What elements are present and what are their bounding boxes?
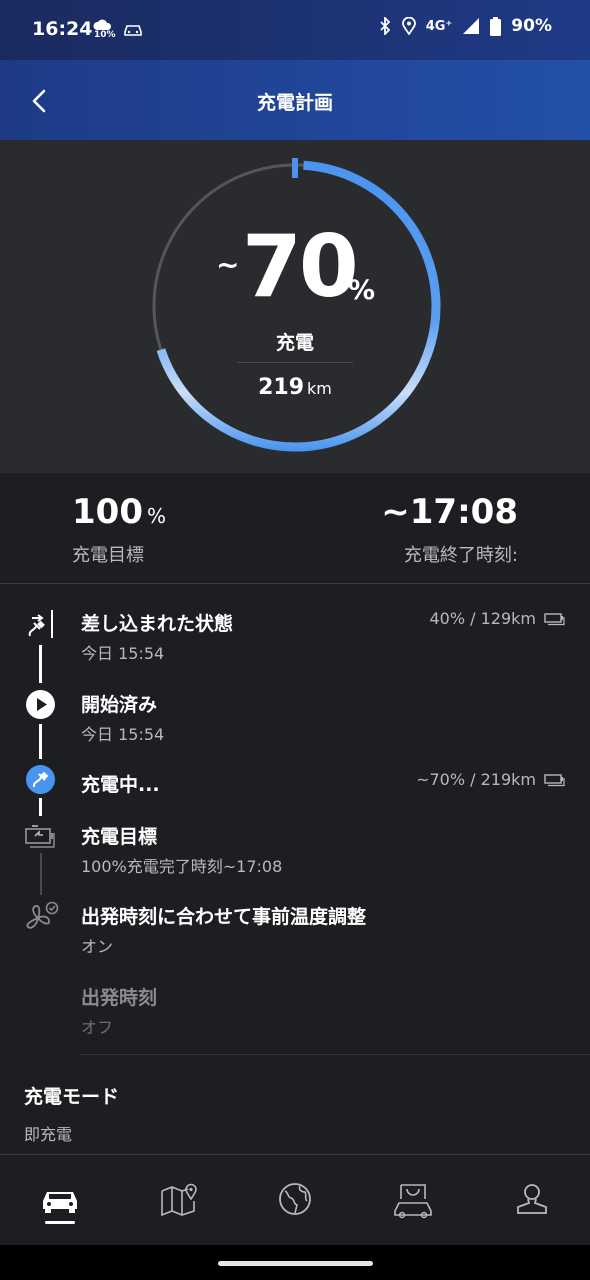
nav-active-indicator — [45, 1221, 75, 1224]
battery-stack-icon — [544, 773, 565, 786]
map-pin-icon — [161, 1183, 197, 1217]
gauge-range: 219 km — [0, 375, 590, 400]
timeline-item-started: 開始済み 今日 15:54 — [0, 690, 590, 760]
end-time-label: 充電終了時刻: — [403, 545, 518, 566]
timeline-item-battery-info: 40% / 129km — [429, 609, 566, 628]
timeline-item-preconditioning[interactable]: 出発時刻に合わせて事前温度調整 オン — [0, 902, 590, 972]
gauge-approx-sign: ~ — [216, 248, 240, 281]
charge-mode-row[interactable]: 充電モード 即充電 — [24, 1082, 119, 1145]
divider — [81, 1054, 590, 1055]
charge-summary: 100% 充電目標 ~17:08 充電終了時刻: — [0, 473, 590, 583]
end-time-summary: ~17:08 充電終了時刻: — [381, 495, 518, 567]
globe-icon — [279, 1183, 311, 1215]
battery-range-text: 40% / 129km — [429, 609, 536, 628]
gauge-separator — [237, 362, 353, 363]
gauge-percent-value: 70 — [242, 217, 359, 317]
timeline-item-plugged-in: 差し込まれた状態 今日 15:54 40% / 129km — [0, 609, 590, 679]
shop-icon — [394, 1184, 432, 1219]
timeline-item-subtitle: オフ — [81, 1018, 114, 1037]
gauge-range-unit: km — [307, 379, 332, 398]
gauge-start-marker — [292, 158, 298, 178]
battery-stack-icon — [544, 612, 565, 625]
charge-target-summary: 100% 充電目標 — [72, 495, 166, 567]
timeline-item-battery-info: ~70% / 219km — [416, 770, 566, 789]
gauge-percent-sign: % — [348, 275, 376, 306]
gauge-label: 充電 — [275, 332, 314, 354]
gesture-nav-area — [0, 1245, 590, 1280]
timeline-item-charge-target: 充電目標 100%充電完了時刻~17:08 — [0, 822, 590, 892]
end-time-value: ~17:08 — [381, 492, 518, 532]
timeline-item-title: 充電中... — [81, 774, 160, 796]
gesture-handle[interactable] — [218, 1261, 373, 1266]
timeline-item-subtitle: 今日 15:54 — [81, 644, 165, 663]
nav-car[interactable] — [38, 1177, 82, 1221]
divider — [0, 583, 590, 584]
charge-mode-value: 即充電 — [24, 1125, 73, 1144]
profile-icon — [517, 1184, 547, 1214]
car-icon — [43, 1192, 77, 1213]
timeline-item-subtitle: 今日 15:54 — [81, 725, 165, 744]
gauge-range-value: 219 — [258, 375, 305, 400]
timeline-item-subtitle: オン — [81, 937, 114, 956]
timeline-item-title: 充電目標 — [81, 826, 158, 848]
timeline-item-title: 差し込まれた状態 — [81, 613, 234, 635]
timeline-item-title: 出発時刻 — [81, 987, 158, 1009]
target-label: 充電目標 — [72, 545, 144, 566]
nav-shop[interactable] — [391, 1177, 435, 1221]
target-unit: % — [146, 504, 166, 528]
nav-explore[interactable] — [273, 1177, 317, 1221]
timeline-item-subtitle: 100%充電完了時刻~17:08 — [81, 857, 283, 876]
timeline-item-title: 出発時刻に合わせて事前温度調整 — [81, 906, 367, 928]
timeline-item-departure-time[interactable]: 出発時刻 オフ — [0, 983, 590, 1053]
timeline-item-title: 開始済み — [81, 694, 158, 716]
battery-range-text: ~70% / 219km — [416, 770, 536, 789]
nav-profile[interactable] — [510, 1177, 554, 1221]
charge-mode-title: 充電モード — [24, 1086, 120, 1108]
target-value: 100 — [72, 492, 143, 532]
bottom-navigation — [0, 1155, 590, 1245]
nav-map[interactable] — [158, 1177, 202, 1221]
